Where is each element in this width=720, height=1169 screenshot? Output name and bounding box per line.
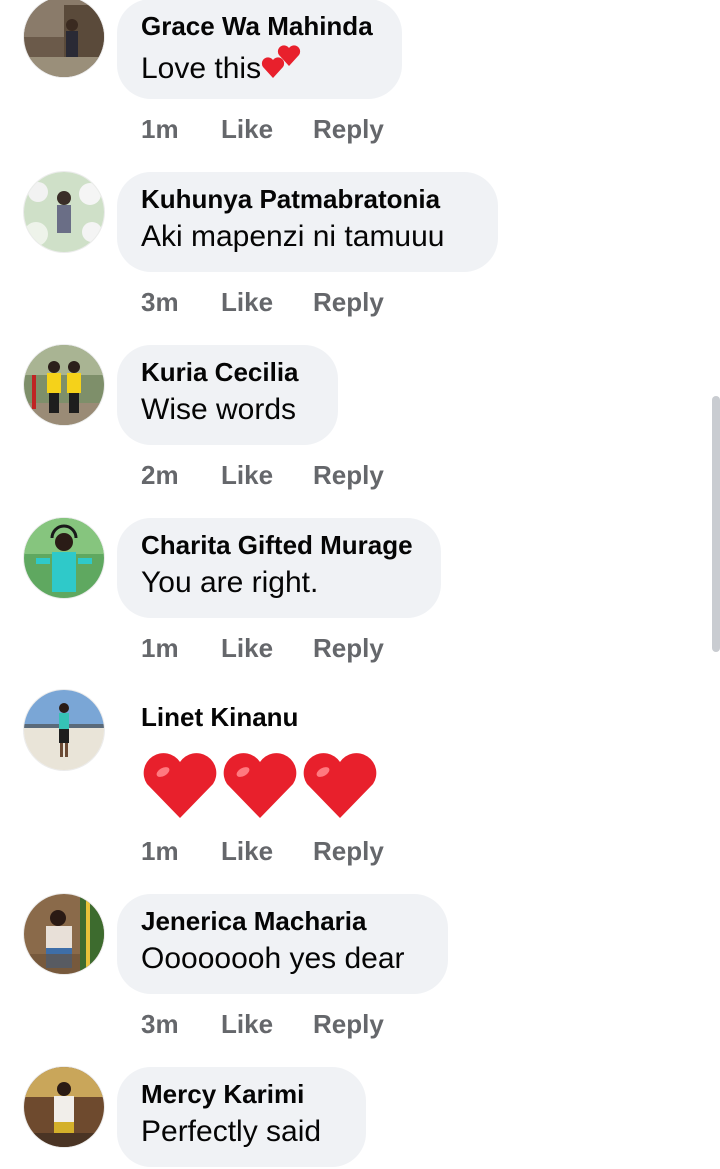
reply-button[interactable]: Reply [313,114,384,145]
comment-text: Aki mapenzi ni tamuuu [141,220,445,253]
reply-button[interactable]: Reply [313,633,384,664]
two-hearts-icon [261,45,301,78]
comment-actions: 3m Like Reply [141,1009,384,1040]
reply-button[interactable]: Reply [313,836,384,867]
comment-time[interactable]: 1m [141,633,221,664]
like-button[interactable]: Like [221,836,313,867]
comment-text: You are right. [141,566,319,599]
comment-bubble[interactable]: Charita Gifted Murage You are right. [117,518,441,618]
comment-actions: 2m Like Reply [141,460,384,491]
comment-author[interactable]: Jenerica Macharia [141,906,424,936]
comment-feed: Grace Wa Mahinda Love this 1mLikeReply [0,0,720,1169]
comment-author[interactable]: Charita Gifted Murage [141,530,417,560]
reply-button[interactable]: Reply [313,287,384,318]
comment-author[interactable]: Mercy Karimi [141,1079,342,1109]
comment-bubble[interactable]: Kuhunya Patmabratonia Aki mapenzi ni tam… [117,172,498,272]
avatar[interactable] [24,345,104,425]
comment-author[interactable]: Kuria Cecilia [141,357,314,387]
heart-icon [223,753,297,818]
scrollbar[interactable] [712,396,720,652]
heart-icon [303,753,377,818]
comment-bubble[interactable]: Kuria Cecilia Wise words [117,345,338,445]
comment-text: Wise words [141,393,297,426]
comment-author[interactable]: Kuhunya Patmabratonia [141,184,474,214]
avatar[interactable] [24,518,104,598]
like-button[interactable]: Like [221,1009,313,1040]
comment-bubble[interactable]: Linet Kinanu [117,690,417,746]
comment-bubble[interactable]: Jenerica Macharia Oooooooh yes dear [117,894,448,994]
comment-time[interactable]: 3m [141,287,221,318]
comment-time[interactable]: 2m [141,460,221,491]
comment-actions: 1m Like Reply [141,633,384,664]
comment-text: Oooooooh yes dear [141,942,405,975]
avatar[interactable] [24,894,104,974]
comment-text: Perfectly said [141,1115,322,1148]
comment-time[interactable]: 3m [141,1009,221,1040]
like-button[interactable]: Like [221,633,313,664]
comment-author[interactable]: Grace Wa Mahinda [141,11,378,41]
emoji-reaction-row [141,750,381,825]
reply-button[interactable]: Reply [313,460,384,491]
like-button[interactable]: Like [221,460,313,491]
comment-time[interactable]: 1m [141,836,221,867]
reply-button[interactable]: Reply [313,1009,384,1040]
avatar[interactable] [24,172,104,252]
comment-actions: 3m Like Reply [141,287,384,318]
comment-actions: 1m Like Reply [141,114,384,145]
comment-author[interactable]: Linet Kinanu [141,702,393,732]
avatar[interactable] [24,1067,104,1147]
comment-time[interactable]: 1m [141,114,221,145]
avatar[interactable] [24,690,104,770]
avatar[interactable] [24,0,104,77]
like-button[interactable]: Like [221,287,313,318]
like-button[interactable]: Like [221,114,313,145]
comment-actions: 1m Like Reply [141,836,384,867]
comment-bubble[interactable]: Mercy Karimi Perfectly said [117,1067,366,1167]
heart-icon [143,753,217,818]
comment-bubble[interactable]: Grace Wa Mahinda Love this [117,0,402,99]
comment-text: Love this [141,44,378,89]
